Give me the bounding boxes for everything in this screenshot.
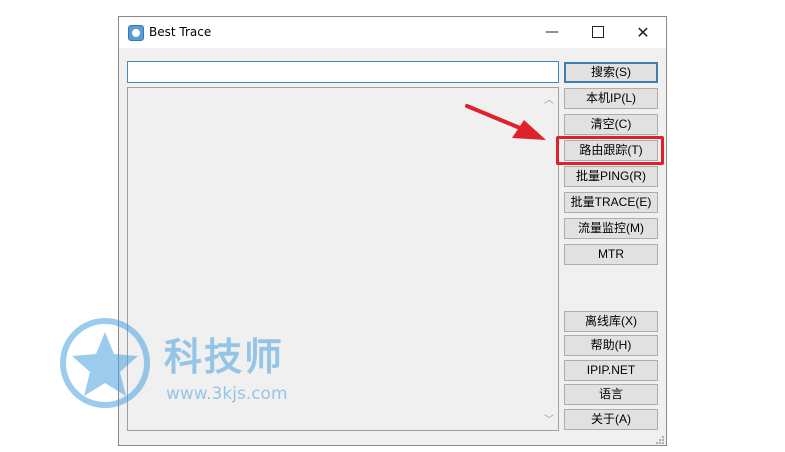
- watermark-title: 科技师: [164, 335, 285, 379]
- watermark-logo-icon: [60, 318, 150, 408]
- watermark-url: www.3kjs.com: [166, 384, 288, 404]
- watermark: 科技师 www.3kjs.com: [60, 318, 350, 428]
